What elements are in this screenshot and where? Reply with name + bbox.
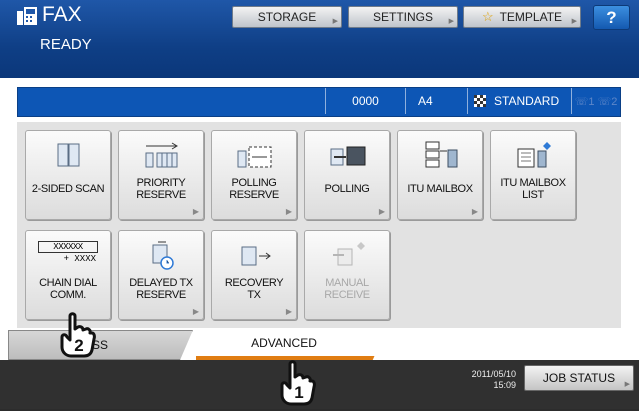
datetime: 2011/05/10 15:09 bbox=[456, 369, 516, 391]
line-status-icon: ☏1 ☏2 bbox=[571, 88, 620, 114]
fax-icon bbox=[17, 7, 37, 25]
recovery-tx-button[interactable]: RECOVERY TX ▶ bbox=[211, 230, 297, 320]
polling-button[interactable]: POLLING ▶ bbox=[304, 130, 390, 220]
itu-mailbox-icon bbox=[425, 141, 458, 168]
chain-dial-comm-button[interactable]: XXXXXX + XXXX CHAIN DIAL COMM. bbox=[25, 230, 111, 320]
polling-reserve-icon bbox=[237, 146, 272, 168]
arrow-icon: ▶ bbox=[624, 381, 630, 388]
paper-size: A4 bbox=[405, 88, 467, 114]
itu-mailbox-list-icon bbox=[517, 142, 551, 168]
settings-button[interactable]: SETTINGS ▶ bbox=[348, 6, 458, 28]
chain-dial-icon-text: XXXXXX bbox=[38, 241, 98, 253]
template-label: TEMPLATE bbox=[499, 10, 563, 24]
chain-dial-icon-text: + XXXX bbox=[63, 254, 96, 264]
tab-address[interactable]: ESS bbox=[8, 330, 193, 360]
arrow-icon: ▶ bbox=[192, 207, 199, 216]
time-text: 15:09 bbox=[493, 380, 516, 390]
arrow-icon: ▶ bbox=[471, 207, 478, 216]
function-label: POLLING bbox=[324, 183, 370, 195]
arrow-icon: ▶ bbox=[378, 207, 385, 216]
arrow-icon: ▶ bbox=[571, 18, 577, 25]
settings-label: SETTINGS bbox=[372, 10, 433, 24]
storage-button[interactable]: STORAGE ▶ bbox=[232, 6, 342, 28]
counter: 0000 bbox=[325, 88, 405, 114]
star-icon: ☆ bbox=[481, 9, 494, 24]
arrow-icon: ▶ bbox=[192, 307, 199, 316]
app-title: FAX bbox=[42, 3, 82, 26]
itu-mailbox-list-button[interactable]: ITU MAILBOX LIST bbox=[490, 130, 576, 220]
function-label: POLLING RESERVE bbox=[229, 177, 279, 201]
tab-advanced[interactable]: ADVANCED bbox=[196, 330, 386, 360]
step-number: 1 bbox=[294, 383, 304, 402]
arrow-icon: ▶ bbox=[285, 307, 292, 316]
manual-receive-button: MANUAL RECEIVE bbox=[304, 230, 390, 320]
duplex-scan-icon bbox=[57, 143, 80, 167]
priority-reserve-button[interactable]: PRIORITY RESERVE ▶ bbox=[118, 130, 204, 220]
function-label: MANUAL RECEIVE bbox=[324, 277, 370, 301]
step-1-hand-callout: 1 bbox=[277, 360, 317, 406]
function-label: PRIORITY RESERVE bbox=[136, 177, 186, 201]
function-label: ITU MAILBOX LIST bbox=[500, 177, 566, 201]
step-2-hand-callout: 2 bbox=[57, 312, 97, 358]
function-label: ITU MAILBOX bbox=[407, 183, 473, 195]
arrow-icon: ▶ bbox=[332, 18, 338, 25]
function-label: DELAYED TX RESERVE bbox=[129, 277, 193, 301]
two-sided-scan-button[interactable]: 2-SIDED SCAN bbox=[25, 130, 111, 220]
function-area: 2-SIDED SCAN PRIORITY RESERVE ▶ POLLING … bbox=[17, 122, 621, 328]
date-text: 2011/05/10 bbox=[471, 369, 516, 379]
storage-label: STORAGE bbox=[257, 10, 317, 24]
delayed-tx-reserve-button[interactable]: DELAYED TX RESERVE ▶ bbox=[118, 230, 204, 320]
chain-dial-icon: XXXXXX + XXXX bbox=[38, 241, 98, 271]
resolution-area: STANDARD bbox=[467, 88, 571, 114]
priority-reserve-icon bbox=[145, 142, 178, 168]
resolution-label: STANDARD bbox=[494, 94, 560, 108]
arrow-icon: ▶ bbox=[285, 207, 292, 216]
polling-reserve-button[interactable]: POLLING RESERVE ▶ bbox=[211, 130, 297, 220]
job-status-button[interactable]: JOB STATUS ▶ bbox=[524, 365, 634, 391]
function-label: CHAIN DIAL COMM. bbox=[39, 277, 97, 301]
function-label: 2-SIDED SCAN bbox=[31, 183, 105, 195]
help-button[interactable]: ? bbox=[593, 5, 630, 30]
function-label: RECOVERY TX bbox=[224, 277, 284, 301]
polling-icon bbox=[330, 146, 366, 166]
job-status-label: JOB STATUS bbox=[542, 371, 616, 385]
arrow-icon: ▶ bbox=[448, 18, 454, 25]
delayed-tx-icon bbox=[152, 241, 174, 270]
tab-label: ADVANCED bbox=[251, 336, 317, 350]
status-text: READY bbox=[40, 36, 92, 53]
recovery-tx-icon bbox=[241, 246, 271, 266]
manual-receive-icon bbox=[333, 242, 365, 266]
step-number: 2 bbox=[74, 336, 84, 355]
itu-mailbox-button[interactable]: ITU MAILBOX ▶ bbox=[397, 130, 483, 220]
template-button[interactable]: ☆ TEMPLATE ▶ bbox=[463, 6, 581, 28]
resolution-icon bbox=[474, 95, 486, 107]
